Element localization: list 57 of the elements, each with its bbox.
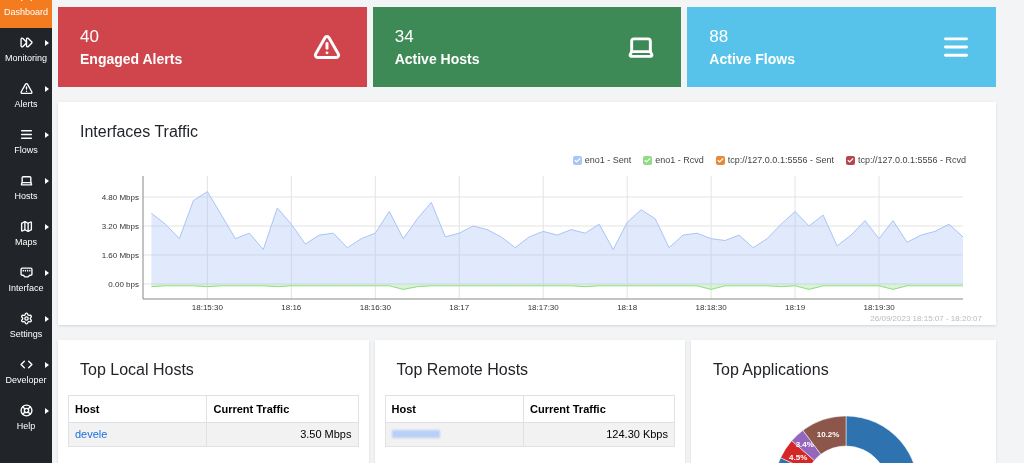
check-icon (716, 157, 724, 165)
lines-icon (19, 128, 33, 142)
column-header: Current Traffic (212, 401, 291, 417)
legend-label: eno1 - Sent (584, 154, 632, 167)
x-tick-label: 18:19:30 (863, 302, 895, 312)
stat-label: Engaged Alerts (80, 50, 183, 69)
panel-title: Interfaces Traffic (79, 122, 199, 142)
warning-icon (312, 33, 341, 61)
y-tick-label: 1.60 Mbps (101, 250, 139, 260)
y-tick-label: 0.00 bps (108, 279, 139, 289)
fast-forward-icon (19, 36, 33, 50)
legend-checkbox[interactable] (845, 156, 855, 166)
laptop-icon (19, 174, 33, 188)
x-tick-label: 18:17 (449, 302, 470, 312)
legend-label: tcp://127.0.0.1:5556 - Rcvd (857, 154, 966, 167)
legend-label: eno1 - Rcvd (655, 154, 704, 167)
y-tick-label: 4.80 Mbps (101, 192, 139, 202)
settings-icon (19, 312, 33, 326)
column-header: Current Traffic (528, 401, 607, 417)
panel-title: Top Applications (712, 359, 830, 380)
x-tick-label: 18:19 (785, 302, 806, 312)
stat-value: 34 (394, 26, 415, 48)
check-icon (846, 157, 854, 165)
legend-checkbox[interactable] (572, 156, 582, 166)
stat-value: 88 (709, 26, 730, 48)
column-header: Host (69, 395, 208, 422)
x-tick-label: 18:18 (617, 302, 638, 312)
host-link[interactable]: devele (75, 426, 108, 443)
x-tick-label: 18:17:30 (527, 302, 559, 312)
stat-label: Active Hosts (394, 50, 480, 69)
stat-card[interactable]: 34 Active Hosts (372, 7, 682, 87)
legend-checkbox[interactable] (643, 156, 653, 166)
warning-icon (19, 82, 33, 96)
stat-label: Active Flows (709, 50, 795, 69)
x-tick-label: 18:15:30 (191, 302, 223, 312)
map-icon (19, 220, 33, 234)
x-tick-label: 18:16:30 (359, 302, 391, 312)
y-tick-label: 3.20 Mbps (101, 221, 139, 231)
traffic-cell-text: 124.30 Kbps (605, 427, 669, 442)
panel-title: Top Local Hosts (79, 359, 195, 380)
slice-label: 4.5% (789, 452, 808, 462)
check-icon (573, 157, 581, 165)
stat-value: 40 (80, 26, 100, 48)
slice-label: 10.2% (816, 429, 840, 439)
legend-checkbox[interactable] (715, 156, 725, 166)
blurred-host-link[interactable] (391, 430, 440, 439)
port-icon (19, 266, 33, 280)
lifebuoy-icon (19, 404, 33, 418)
panel-title: Top Remote Hosts (395, 359, 530, 380)
x-tick-label: 18:16 (281, 302, 302, 312)
x-tick-label: 18:18:30 (695, 302, 727, 312)
check-icon (644, 157, 652, 165)
traffic-cell-text: 3.50 Mbps (299, 427, 353, 442)
slice-label: 3.4% (795, 439, 814, 449)
stat-card[interactable]: 40 Engaged Alerts (58, 7, 367, 87)
column-header: Host (385, 395, 524, 422)
legend-label: tcp://127.0.0.1:5556 - Sent (727, 154, 834, 167)
